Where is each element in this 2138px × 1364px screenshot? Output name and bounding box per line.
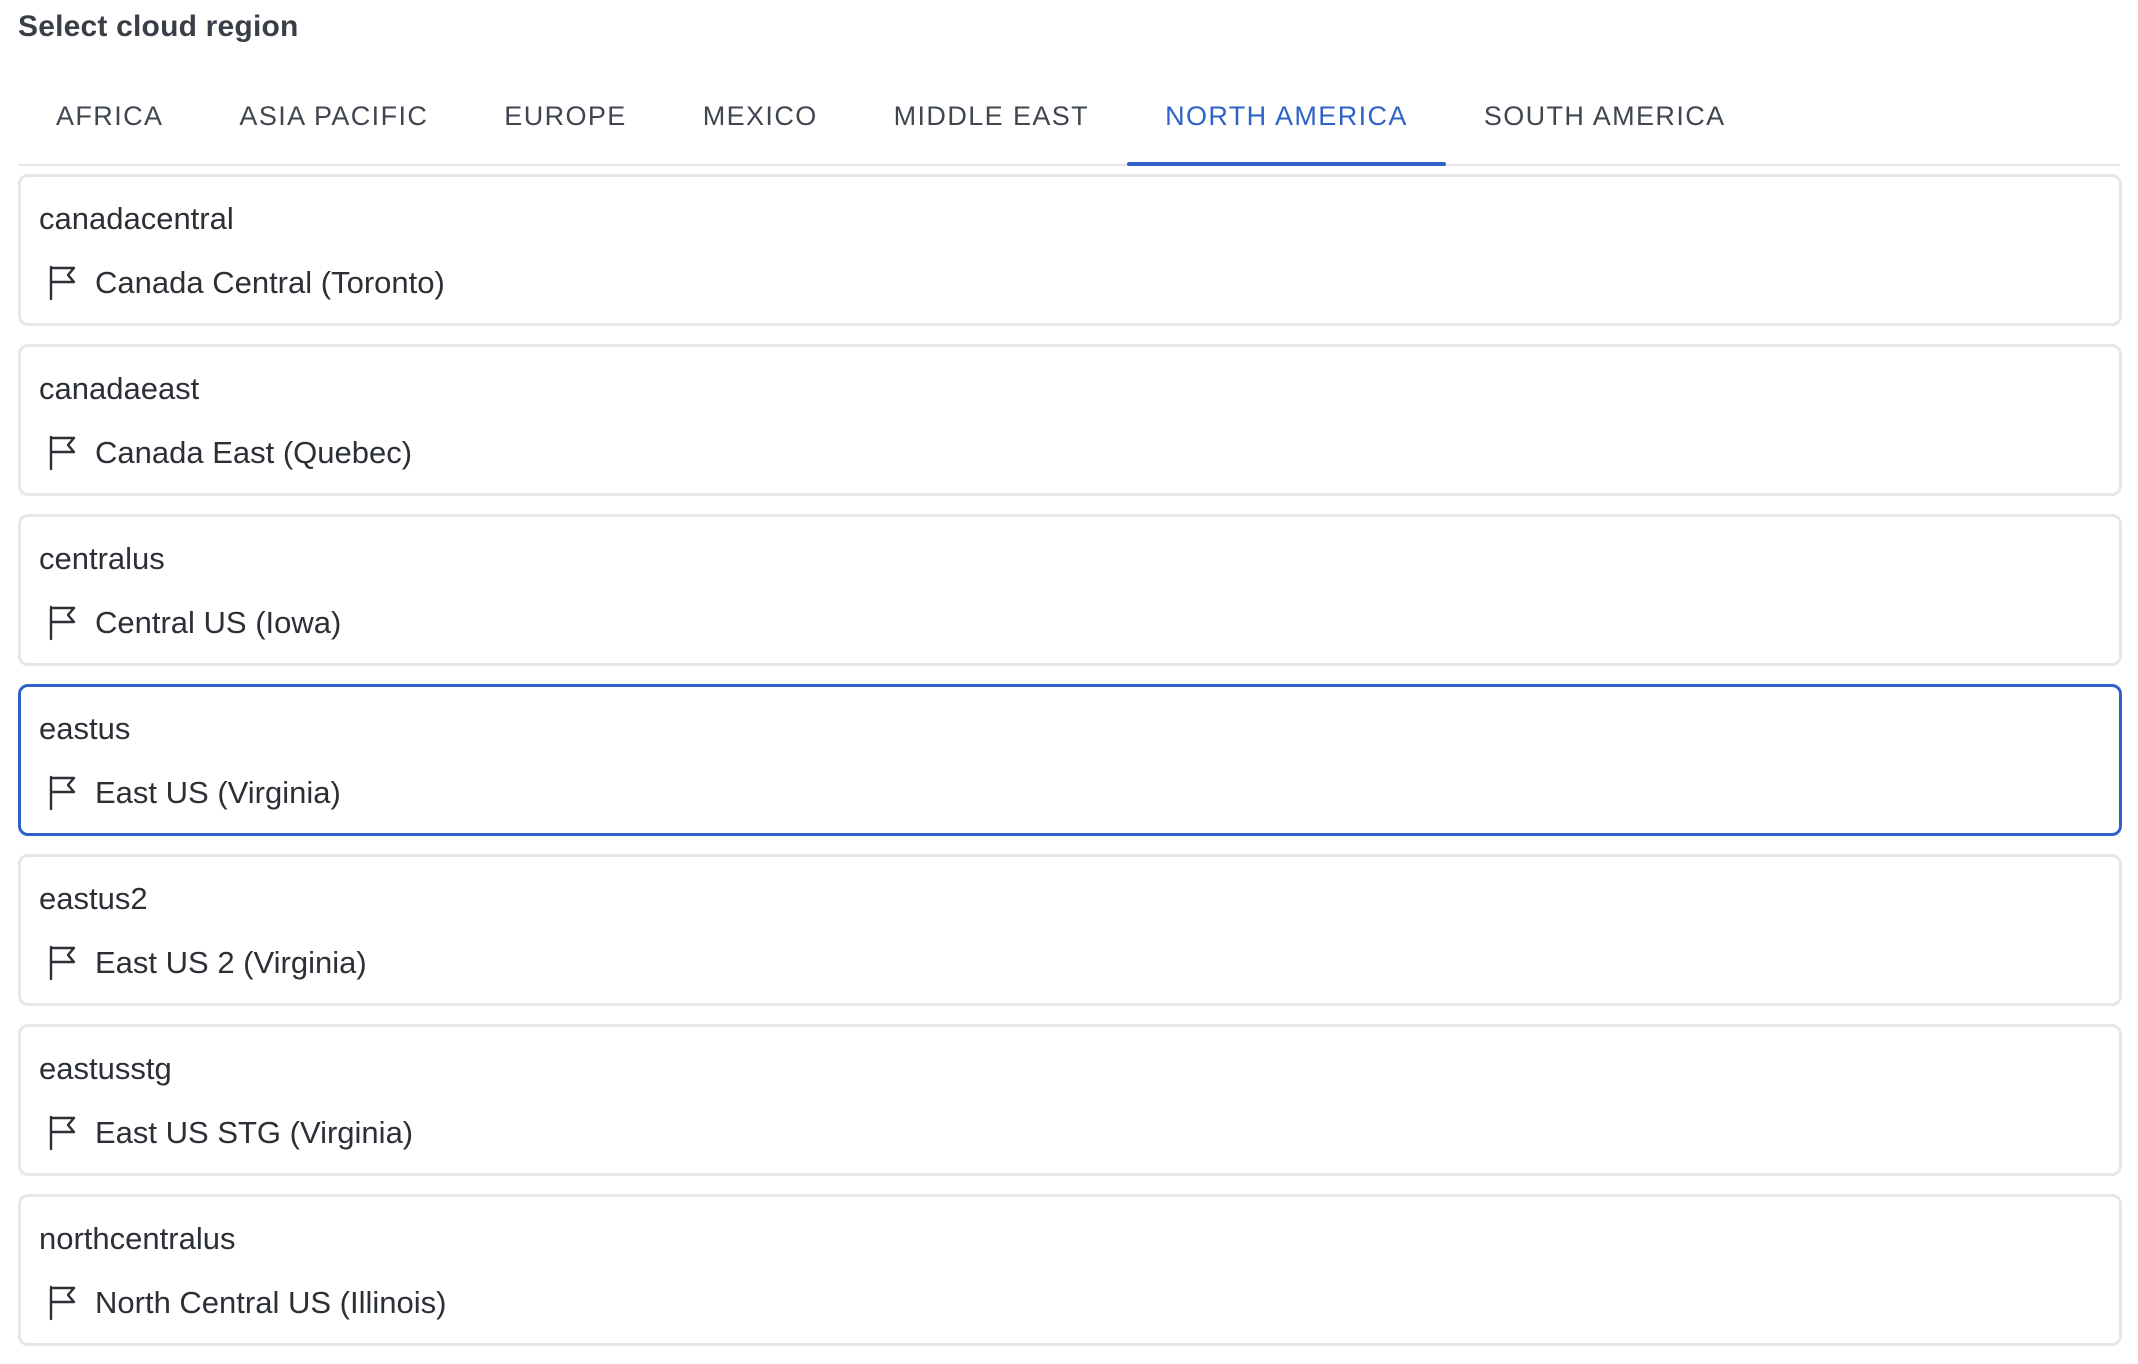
region-location: East US 2 (Virginia) <box>47 941 367 985</box>
region-code: eastus2 <box>39 881 148 916</box>
flag-icon <box>49 1285 76 1321</box>
region-code: eastusstg <box>39 1051 172 1086</box>
region-card-eastus2[interactable]: eastus2 East US 2 (Virginia) <box>18 854 2122 1006</box>
region-name: East US (Virginia) <box>95 775 341 810</box>
tab-label: ASIA PACIFIC <box>239 100 429 131</box>
tab-south-america[interactable]: SOUTH AMERICA <box>1446 80 1764 164</box>
region-code: eastus <box>39 711 131 746</box>
flag-icon <box>49 605 76 641</box>
region-card-northcentralus[interactable]: northcentralus North Central US (Illinoi… <box>18 1194 2122 1346</box>
tab-africa[interactable]: AFRICA <box>18 80 201 164</box>
tab-label: MEXICO <box>702 100 818 131</box>
region-name: Canada East (Quebec) <box>95 435 413 470</box>
region-card-eastusstg[interactable]: eastusstg East US STG (Virginia) <box>18 1024 2122 1176</box>
region-name: East US STG (Virginia) <box>95 1115 414 1150</box>
region-code: northcentralus <box>39 1221 236 1256</box>
tab-label: MIDDLE EAST <box>893 100 1090 131</box>
tab-label: NORTH AMERICA <box>1165 100 1408 131</box>
tab-mexico[interactable]: MEXICO <box>665 80 856 164</box>
tab-label: SOUTH AMERICA <box>1483 100 1726 131</box>
region-name: North Central US (Illinois) <box>95 1285 447 1320</box>
region-location: Canada Central (Toronto) <box>47 261 445 305</box>
region-selector-page: Select cloud region AFRICA ASIA PACIFIC … <box>0 0 2138 1358</box>
flag-icon <box>49 435 76 471</box>
region-code: canadaeast <box>39 371 200 406</box>
tab-middle-east[interactable]: MIDDLE EAST <box>856 80 1127 164</box>
region-name: Canada Central (Toronto) <box>95 265 445 300</box>
region-name: Central US (Iowa) <box>95 605 342 640</box>
tab-north-america[interactable]: NORTH AMERICA <box>1127 80 1446 166</box>
tab-label: AFRICA <box>56 100 164 131</box>
tab-europe[interactable]: EUROPE <box>466 80 664 164</box>
flag-icon <box>49 265 76 301</box>
flag-icon <box>49 945 76 981</box>
region-code: centralus <box>39 541 165 576</box>
region-location: East US STG (Virginia) <box>47 1111 413 1155</box>
region-name: East US 2 (Virginia) <box>95 945 367 980</box>
region-location: Central US (Iowa) <box>47 601 341 645</box>
region-code: canadacentral <box>39 201 234 236</box>
region-card-eastus[interactable]: eastus East US (Virginia) <box>18 684 2122 836</box>
region-card-canadacentral[interactable]: canadacentral Canada Central (Toronto) <box>18 174 2122 326</box>
flag-icon <box>49 1115 76 1151</box>
region-card-canadaeast[interactable]: canadaeast Canada East (Quebec) <box>18 344 2122 496</box>
flag-icon <box>49 775 76 811</box>
region-location: North Central US (Illinois) <box>47 1281 446 1325</box>
region-tabs: AFRICA ASIA PACIFIC EUROPE MEXICO MIDDLE… <box>18 80 2120 166</box>
tab-label: EUROPE <box>504 100 627 131</box>
tab-asia-pacific[interactable]: ASIA PACIFIC <box>201 80 466 164</box>
region-card-centralus[interactable]: centralus Central US (Iowa) <box>18 514 2122 666</box>
page-title: Select cloud region <box>18 10 299 43</box>
region-location: Canada East (Quebec) <box>47 431 412 475</box>
region-location: East US (Virginia) <box>47 771 341 815</box>
region-list: canadacentral Canada Central (Toronto) c… <box>18 174 2122 1364</box>
